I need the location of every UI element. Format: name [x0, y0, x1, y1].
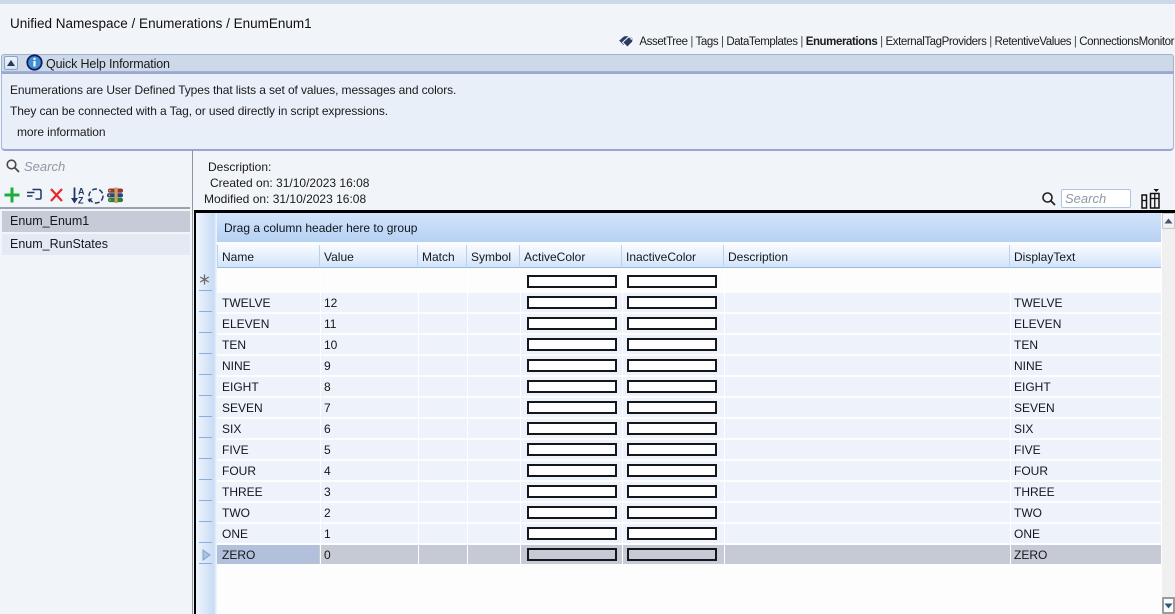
svg-text:Z: Z [78, 196, 84, 206]
